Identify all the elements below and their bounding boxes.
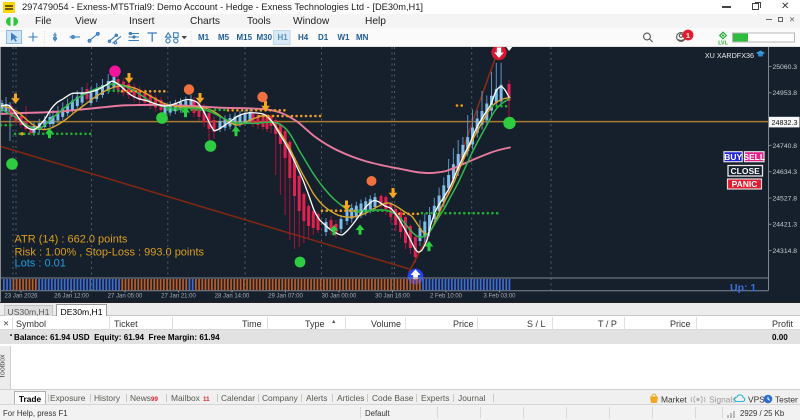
svg-text:VPS: VPS xyxy=(748,394,765,404)
svg-text:SELL: SELL xyxy=(743,152,765,162)
svg-text:3 Feb 03:00: 3 Feb 03:00 xyxy=(483,294,516,300)
svg-text:27 Jan 21:00: 27 Jan 21:00 xyxy=(161,294,196,300)
svg-text:LVL: LVL xyxy=(718,40,728,46)
svg-text:M1: M1 xyxy=(198,33,210,42)
svg-text:Signals: Signals xyxy=(709,394,736,404)
svg-text:24527.8: 24527.8 xyxy=(773,195,798,202)
svg-text:29 Jan 07:00: 29 Jan 07:00 xyxy=(268,294,303,300)
svg-text:W1: W1 xyxy=(338,33,351,42)
svg-text:M30: M30 xyxy=(257,33,273,42)
svg-text:24832.3: 24832.3 xyxy=(772,118,798,127)
svg-text:Market: Market xyxy=(661,394,687,404)
svg-text:30 Jan 16:00: 30 Jan 16:00 xyxy=(375,294,410,300)
svg-text:24421.3: 24421.3 xyxy=(773,222,798,229)
svg-text:M5: M5 xyxy=(218,33,230,42)
svg-text:26 Jan 12:00: 26 Jan 12:00 xyxy=(54,294,89,300)
svg-text:24634.3: 24634.3 xyxy=(773,169,798,176)
svg-text:24314.8: 24314.8 xyxy=(773,248,798,255)
svg-text:24740.8: 24740.8 xyxy=(773,143,798,150)
svg-text:1: 1 xyxy=(686,31,690,40)
svg-text:MN: MN xyxy=(356,33,369,42)
svg-text:28 Jan 14:00: 28 Jan 14:00 xyxy=(215,294,250,300)
svg-text:PANIC: PANIC xyxy=(732,179,758,189)
svg-text:Up: 1: Up: 1 xyxy=(730,282,756,294)
svg-text:2 Feb 10:00: 2 Feb 10:00 xyxy=(430,294,463,300)
svg-text:30 Jan 00:00: 30 Jan 00:00 xyxy=(322,294,357,300)
svg-text:24953.8: 24953.8 xyxy=(773,90,798,97)
svg-text:D1: D1 xyxy=(318,33,329,42)
svg-text:H4: H4 xyxy=(298,33,309,42)
svg-text:Tester: Tester xyxy=(775,394,798,404)
svg-text:27 Jan 05:00: 27 Jan 05:00 xyxy=(108,294,143,300)
svg-text:M15: M15 xyxy=(237,33,253,42)
svg-text:Lots : 0.01: Lots : 0.01 xyxy=(15,258,66,270)
svg-text:ATR (14) : 662.0 points: ATR (14) : 662.0 points xyxy=(15,234,128,246)
svg-text:XU XARDFX36: XU XARDFX36 xyxy=(705,51,754,60)
svg-text:25060.3: 25060.3 xyxy=(773,64,798,71)
svg-text:23 Jan 2026: 23 Jan 2026 xyxy=(4,294,38,300)
svg-text:BUY: BUY xyxy=(724,152,742,162)
svg-text:CLOSE: CLOSE xyxy=(731,166,761,176)
